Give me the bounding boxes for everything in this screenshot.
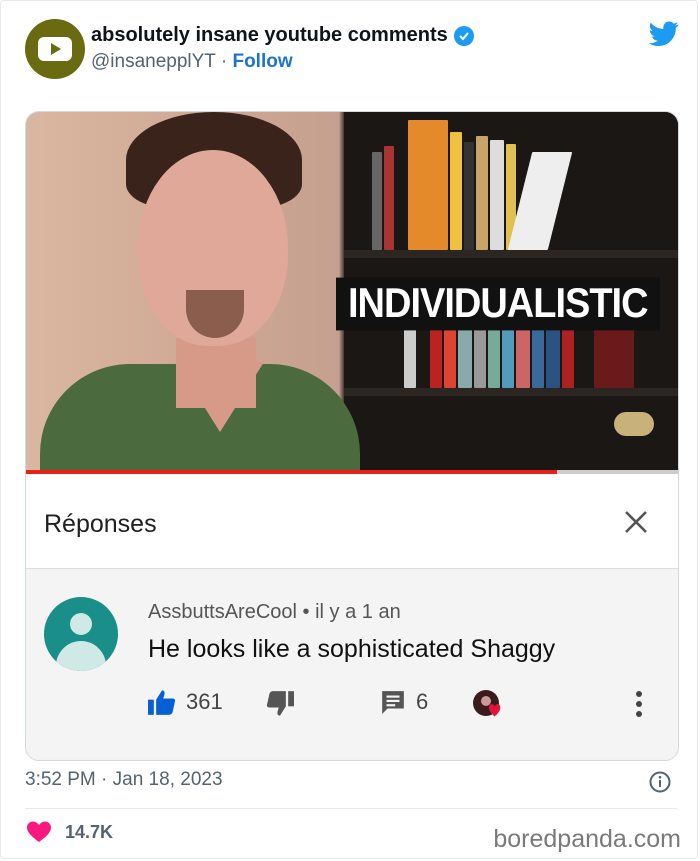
book — [444, 324, 456, 388]
default-avatar-body-icon — [56, 641, 106, 671]
book — [476, 136, 488, 250]
close-icon[interactable] — [622, 508, 650, 536]
book — [450, 132, 462, 250]
follow-button[interactable]: Follow — [232, 51, 292, 72]
author-handle[interactable]: @insanepplYT — [91, 51, 216, 72]
replies-panel-title: Réponses — [44, 510, 157, 538]
thumbs-up-icon[interactable] — [148, 689, 176, 715]
comment-actions: 361 6 — [148, 689, 668, 719]
comment: AssbuttsAreCool • il y a 1 an He looks l… — [26, 569, 678, 759]
like-count: 361 — [186, 689, 223, 714]
heart-icon[interactable] — [27, 821, 51, 843]
book — [594, 324, 634, 388]
footer-divider — [25, 808, 677, 809]
tweet-timestamp[interactable]: 3:52 PM · Jan 18, 2023 — [25, 769, 223, 791]
comment-text: He looks like a sophisticated Shaggy — [148, 635, 556, 663]
author-name[interactable]: absolutely insane youtube comments — [91, 24, 448, 47]
book — [546, 324, 560, 388]
comment-username[interactable]: AssbuttsAreCool — [148, 601, 297, 623]
reply-comment-icon[interactable] — [380, 689, 406, 715]
verified-badge-icon — [453, 25, 474, 46]
book — [464, 142, 474, 250]
video-caption: INDIVIDUALISTIC — [336, 277, 660, 331]
author-handle-row: @insanepplYT · Follow — [91, 51, 293, 73]
comment-age: il y a 1 an — [315, 601, 401, 623]
book — [408, 120, 448, 250]
book — [384, 146, 394, 250]
book — [532, 324, 544, 388]
shelf-board — [344, 250, 678, 258]
dislike-action — [266, 691, 294, 717]
watermark: boredpanda.com — [493, 825, 681, 853]
video-frame[interactable]: INDIVIDUALISTIC — [26, 112, 678, 474]
book — [458, 324, 472, 388]
replies-panel-header: Réponses — [26, 474, 678, 569]
book — [430, 324, 442, 388]
person-shirt-collar — [176, 362, 264, 432]
comment-meta-separator: • — [302, 601, 310, 623]
tweet-header: absolutely insane youtube comments @insa… — [25, 19, 685, 83]
youtube-logo-icon — [38, 37, 72, 61]
book — [516, 324, 530, 388]
embedded-screenshot: INDIVIDUALISTIC Réponses AssbuttsAreCool… — [25, 111, 679, 761]
twitter-bird-icon[interactable] — [649, 21, 679, 47]
book — [490, 140, 504, 250]
reply-action: 6 — [380, 689, 428, 715]
tweet-card: absolutely insane youtube comments @insa… — [0, 0, 698, 859]
reply-count: 6 — [416, 689, 429, 714]
info-icon[interactable] — [649, 771, 671, 793]
tweet-like-count: 14.7K — [65, 821, 114, 842]
book — [502, 324, 514, 388]
book — [372, 152, 382, 250]
like-action: 361 — [148, 689, 223, 715]
book — [488, 324, 500, 388]
thumbs-down-icon[interactable] — [266, 691, 294, 717]
author-avatar[interactable] — [25, 19, 85, 79]
figurine — [614, 412, 654, 436]
book — [474, 324, 486, 388]
tweet-likes[interactable]: 14.7K — [27, 821, 113, 843]
creator-heart-icon — [473, 690, 501, 717]
handle-separator: · — [220, 51, 228, 72]
shelf-board — [344, 388, 678, 396]
book — [562, 324, 574, 388]
author-name-row: absolutely insane youtube comments — [91, 24, 474, 47]
book — [507, 152, 573, 250]
more-options-icon[interactable] — [636, 691, 642, 717]
comment-meta: AssbuttsAreCool • il y a 1 an — [148, 601, 401, 624]
default-avatar-head-icon — [70, 613, 92, 635]
commenter-avatar[interactable] — [44, 597, 118, 671]
